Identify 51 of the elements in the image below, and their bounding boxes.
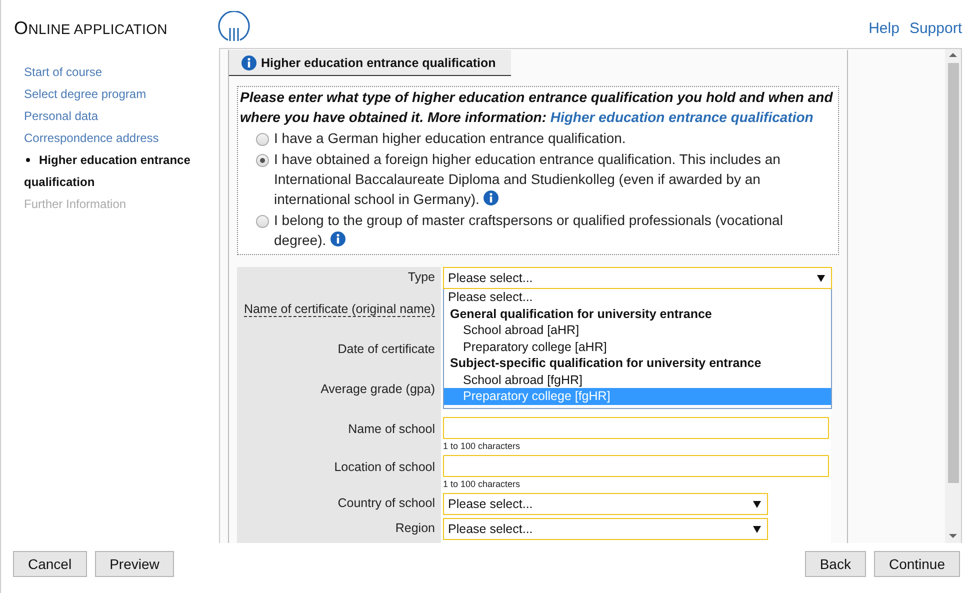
field-label: Region [395, 521, 435, 535]
hint-text: 1 to 100 characters [443, 479, 522, 489]
dropdown-option[interactable]: Preparatory college [aHR] [444, 338, 831, 355]
nav-button[interactable]: Back [804, 551, 866, 577]
instruction-text: Please enter what type of higher education entrance qualification you hold and when and where you have obtained it. More information: Higher education entrance qualification [240, 88, 834, 127]
nav-button[interactable]: Continue [874, 551, 960, 577]
field-label: Country of school [338, 496, 435, 510]
field-label: Average grade (gpa) [320, 382, 435, 396]
option-group-label: General qualification for university entrance [449, 306, 713, 322]
header-link[interactable]: Help [868, 20, 900, 37]
caret-icon [817, 274, 825, 282]
radio-button[interactable] [256, 215, 269, 228]
option-label: I have obtained a foreign higher education entrance qualification. This includes an International Baccalaureate Diploma and Studienkolleg (even if awarded by an international school in Germany). [274, 150, 782, 209]
sidebar-item[interactable]: Correspondence address [24, 127, 219, 149]
info-icon[interactable] [483, 190, 500, 206]
dropdown-option[interactable]: Please select... [444, 289, 831, 306]
header-link[interactable]: Support [909, 20, 962, 37]
field-label[interactable]: Name of certificate (original name) [244, 302, 435, 317]
select-field[interactable]: Please select... [443, 493, 768, 515]
sidebar-item[interactable]: Higher education entrance qualification [24, 149, 219, 193]
option-group-label: Subject-specific qualification for university entrance [449, 355, 762, 372]
scrollbar[interactable] [945, 49, 961, 543]
caret-icon [753, 526, 761, 532]
info-icon [241, 54, 257, 70]
hint-text: 1 to 100 characters [443, 441, 522, 451]
nav-button[interactable]: Cancel [13, 551, 87, 577]
info-link[interactable]: Higher education entrance qualification [550, 109, 814, 125]
dropdown-option[interactable]: School abroad [aHR] [444, 322, 831, 338]
text-field[interactable] [443, 417, 829, 439]
option-label: I belong to the group of master craftspersons or qualified professionals (vocational degree). [274, 211, 784, 250]
section-tab[interactable]: Higher education entrance qualification [229, 50, 511, 76]
sidebar-item[interactable]: Select degree program [24, 83, 219, 105]
option-label: I have a German higher education entrance qualification. [274, 129, 626, 148]
app-title: ONLINE APPLICATION [14, 18, 168, 39]
bullet-icon [26, 158, 30, 162]
nav-button[interactable]: Preview [94, 551, 174, 577]
field-label: Name of school [348, 422, 435, 436]
field-label: Location of school [334, 460, 435, 474]
field-label: Date of certificate [338, 342, 435, 356]
select-field[interactable]: Please select... [443, 518, 768, 540]
text-field[interactable] [443, 455, 829, 477]
caret-icon [753, 500, 761, 508]
dropdown-option[interactable]: School abroad [fgHR] [444, 372, 831, 388]
radio-button[interactable] [256, 154, 269, 167]
info-icon[interactable] [330, 231, 346, 247]
logo-icon [217, 11, 251, 43]
field-label: Type [408, 270, 435, 284]
sidebar-item[interactable]: Personal data [24, 105, 219, 127]
radio-button[interactable] [256, 133, 269, 146]
sidebar-item[interactable]: Start of course [24, 61, 219, 83]
select-field[interactable]: Please select... [443, 267, 832, 289]
